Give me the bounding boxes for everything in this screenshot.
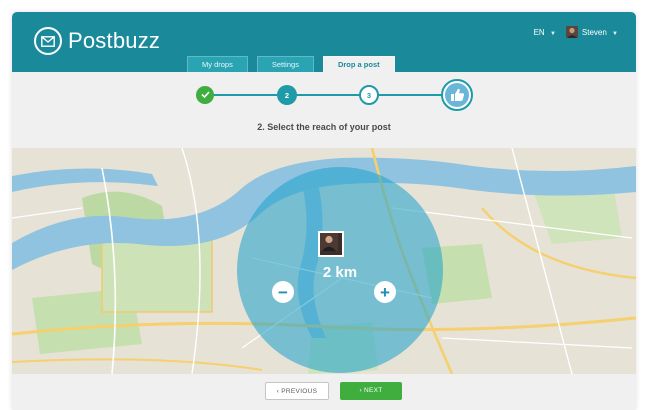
step-2-number: 2 — [284, 90, 290, 100]
step-3-upcoming[interactable]: 3 — [359, 85, 379, 105]
step-2-current[interactable]: 2 — [277, 85, 297, 105]
header-right: EN ▼ Steven ▼ — [534, 26, 618, 38]
top-header: Postbuzz EN ▼ Steven ▼ My drops Settings — [12, 12, 636, 72]
radius-label: 2 km — [322, 264, 358, 281]
previous-button[interactable]: ‹ PREVIOUS — [265, 382, 329, 400]
increase-radius-button[interactable]: + — [374, 281, 396, 303]
stepper-track — [208, 94, 472, 96]
wizard-footer: ‹ PREVIOUS › NEXT — [12, 374, 636, 410]
tab-my-drops[interactable]: My drops — [187, 56, 248, 72]
step-3-number: 3 — [366, 90, 372, 100]
chevron-down-icon: ▼ — [549, 30, 556, 37]
main-tabs: My drops Settings Drop a post — [187, 56, 404, 72]
decrease-radius-button[interactable]: − — [272, 281, 294, 303]
user-avatar[interactable] — [565, 26, 578, 38]
step-title: 2. Select the reach of your post — [257, 122, 391, 132]
tab-settings[interactable]: Settings — [256, 56, 314, 72]
next-button[interactable]: › NEXT — [340, 382, 402, 400]
app-logo[interactable]: Postbuzz — [34, 26, 160, 56]
step-1-done[interactable] — [196, 86, 214, 104]
check-icon — [200, 90, 210, 100]
language-selector[interactable]: EN ▼ — [534, 28, 556, 37]
language-label: EN — [533, 27, 545, 37]
user-name: Steven — [581, 27, 607, 37]
tab-drop-a-post[interactable]: Drop a post — [322, 56, 395, 72]
progress-stepper: 2 3 2. Select the reach of your post — [12, 72, 636, 132]
step-4-final[interactable] — [441, 79, 473, 111]
app-window: Postbuzz EN ▼ Steven ▼ My drops Settings — [12, 12, 636, 410]
chevron-down-icon: ▼ — [612, 30, 618, 37]
envelope-icon — [34, 27, 62, 55]
location-pin-avatar — [318, 231, 344, 257]
user-menu[interactable]: Steven ▼ — [582, 28, 618, 37]
app-name: Postbuzz — [68, 28, 161, 53]
thumbs-up-icon — [445, 83, 469, 107]
map-view[interactable]: − 2 km + — [12, 148, 636, 374]
